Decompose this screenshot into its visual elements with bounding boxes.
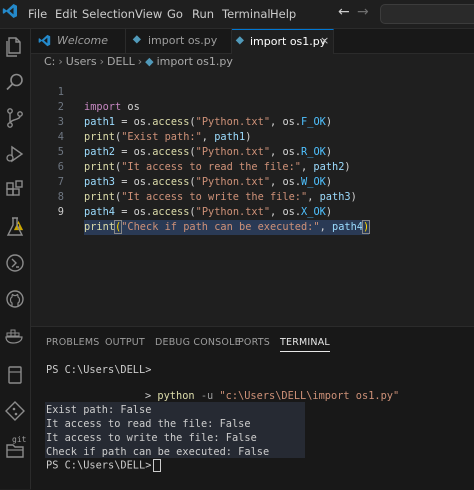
panel-tab-output[interactable]: OUTPUT — [105, 337, 145, 348]
menu-view[interactable]: View — [135, 7, 162, 21]
vscode-logo-icon — [38, 34, 51, 47]
breadcrumb-item[interactable]: import os1.py — [157, 55, 233, 68]
terminal-prompt: PS C:\Users\DELL> — [46, 364, 152, 376]
chevron-right-icon: › — [137, 55, 143, 68]
editor-tab-bar: Welcome ◆ import os.py ◆ import os1.py × — [31, 29, 474, 54]
terminal-cursor — [153, 459, 162, 472]
close-icon[interactable]: × — [320, 34, 329, 47]
extensions-icon[interactable] — [3, 178, 27, 202]
python-file-icon: ◆ — [133, 34, 141, 45]
tab-import-os[interactable]: ◆ import os.py — [126, 29, 232, 53]
panel-tab-terminal[interactable]: TERMINAL — [280, 337, 330, 352]
code-line: 6 path3 = os.access("Python.txt", os.W_O… — [31, 145, 474, 188]
run-debug-icon[interactable] — [3, 142, 27, 166]
tab-label: import os.py — [148, 34, 218, 47]
breadcrumb: C: › Users › DELL › ◆ import os1.py — [44, 55, 233, 71]
command-center-search[interactable] — [380, 4, 474, 24]
breadcrumb-item[interactable]: DELL — [107, 55, 135, 68]
code-line-active: 9 print("Check if path can be executed:"… — [31, 190, 474, 235]
chevron-right-icon: › — [99, 55, 105, 68]
code-line: 4 path2 = os.access("Python.txt", os.R_O… — [31, 115, 474, 158]
python-file-icon: ◆ — [236, 35, 244, 46]
code-line: 8 path4 = os.access("Python.txt", os.X_O… — [31, 175, 474, 218]
back-arrow-icon[interactable]: ← — [338, 4, 350, 20]
tab-welcome[interactable]: Welcome — [31, 29, 126, 53]
github-icon[interactable] — [3, 287, 27, 311]
panel-tab-problems[interactable]: PROBLEMS — [46, 337, 99, 348]
terminal-output-line: Exist path: False — [46, 404, 152, 416]
activity-bar: git — [0, 29, 31, 489]
source-control-icon[interactable] — [3, 106, 27, 130]
title-bar: File Edit Selection View Go Run Terminal… — [0, 0, 474, 29]
terminal-output-line: It access to write the file: False — [46, 432, 257, 444]
breadcrumb-item[interactable]: Users — [66, 55, 97, 68]
line-number: 9 — [57, 206, 64, 218]
code-line: 1 import os — [31, 70, 474, 113]
tab-import-os1[interactable]: ◆ import os1.py × — [232, 29, 334, 54]
terminal-output-line: It access to read the file: False — [46, 418, 251, 430]
tab-label: Welcome — [57, 34, 108, 47]
code-line: 2 path1 = os.access("Python.txt", os.F_O… — [31, 85, 474, 128]
git-icon[interactable] — [3, 399, 27, 423]
menu-edit[interactable]: Edit — [55, 7, 77, 21]
code-line: 7 print("It access to write the file:", … — [31, 160, 474, 203]
code-line: 3 print("Exist path:", path1) — [31, 100, 474, 143]
tab-label: import os1.py — [250, 35, 327, 48]
menu-file[interactable]: File — [28, 7, 47, 21]
chevron-right-icon: › — [58, 55, 63, 68]
search-icon[interactable] — [3, 70, 27, 94]
testing-icon[interactable] — [3, 215, 27, 239]
page-icon[interactable] — [3, 363, 27, 387]
menu-terminal[interactable]: Terminal — [222, 7, 271, 21]
menu-go[interactable]: Go — [167, 7, 183, 21]
code-editor[interactable]: 1 import os 2 path1 = os.access("Python.… — [31, 70, 474, 326]
menu-help[interactable]: Help — [270, 7, 296, 21]
docker-icon[interactable] — [3, 323, 27, 347]
terminal-output-line: Check if path can be executed: False — [46, 446, 270, 458]
vscode-logo-icon — [2, 4, 17, 18]
bottom-panel: PROBLEMS OUTPUT DEBUG CONSOLE PORTS TERM… — [31, 326, 474, 490]
code-line: 5 print("It access to read the file:", p… — [31, 130, 474, 173]
breadcrumb-item[interactable]: C: — [44, 55, 55, 68]
terminal-command: > python -u "c:\Users\DELL\import os1.py… — [145, 390, 400, 402]
menu-selection[interactable]: Selection — [82, 7, 135, 21]
terminal-prompt[interactable]: PS C:\Users\DELL> — [46, 459, 162, 472]
python-file-icon: ◆ — [145, 55, 154, 68]
panel-tab-debug-console[interactable]: DEBUG CONSOLE — [155, 337, 241, 348]
remote-explorer-icon[interactable] — [3, 251, 27, 275]
explorer-icon[interactable] — [3, 35, 27, 59]
folder-icon[interactable] — [3, 439, 27, 463]
menu-run[interactable]: Run — [192, 7, 214, 21]
forward-arrow-icon[interactable]: → — [357, 4, 369, 20]
panel-tab-ports[interactable]: PORTS — [238, 337, 270, 348]
